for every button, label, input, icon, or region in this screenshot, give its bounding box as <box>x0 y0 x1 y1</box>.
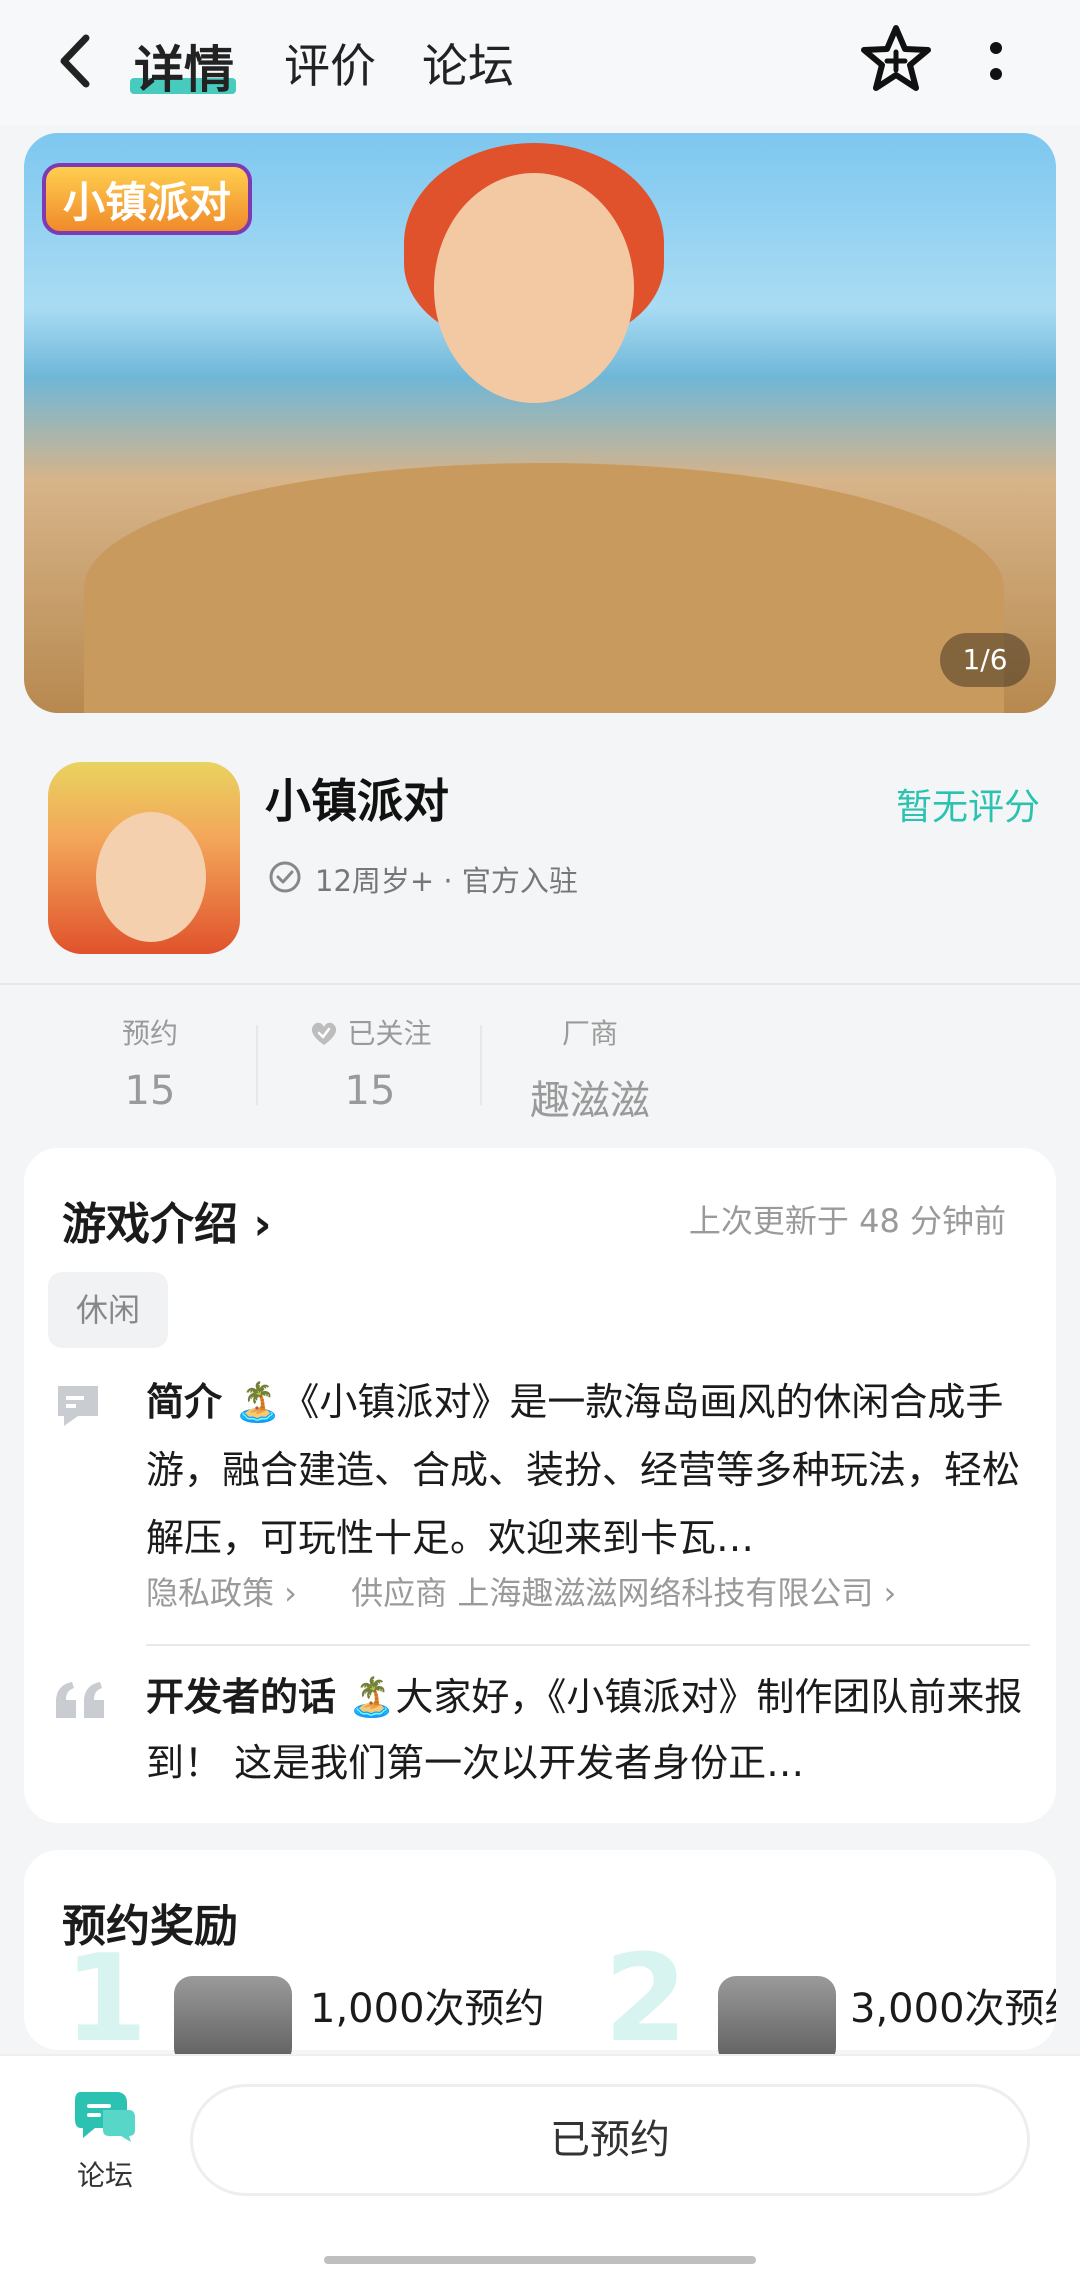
reward-rank: 1 <box>64 1930 148 2069</box>
stat-reservations: 预约 15 <box>100 1012 200 1114</box>
reward-rank: 2 <box>604 1930 688 2069</box>
check-circle-icon <box>269 861 301 893</box>
summary-text: 🏝️《小镇派对》是一款海岛画风的休闲合成手游，融合建造、合成、装扮、经营等多种玩… <box>146 1380 1021 1560</box>
tab-details[interactable]: 详情 <box>134 30 234 102</box>
reward-title: 3,000次预约 <box>850 1986 1056 2032</box>
carousel-page-counter: 1/6 <box>940 633 1030 687</box>
home-indicator[interactable] <box>324 2256 756 2264</box>
app-icon-character <box>96 812 206 942</box>
back-button[interactable] <box>48 26 108 96</box>
genre-tag[interactable]: 休闲 <box>48 1272 168 1348</box>
privacy-policy-link[interactable]: 隐私政策 › <box>146 1574 297 1612</box>
update-time: 上次更新于 48 分钟前 <box>688 1202 1006 1240</box>
reward-gift-icon <box>718 1976 836 2066</box>
rating-status[interactable]: 暂无评分 <box>896 778 1040 830</box>
stat-divider <box>480 1025 482 1105</box>
section-divider <box>0 983 1080 985</box>
reward-title: 1,000次预约 <box>310 1986 545 2032</box>
bottom-action-bar: 论坛 已预约 <box>0 2054 1080 2270</box>
supplier-link[interactable]: 供应商 上海趣滋滋网络科技有限公司 › <box>351 1574 896 1612</box>
reservation-rewards-card: 预约奖励 1 1,000次预约 2 3,000次预约 <box>24 1850 1056 2069</box>
favorite-button[interactable] <box>858 22 934 98</box>
reward-gift-icon <box>174 1976 292 2066</box>
stat-value: 15 <box>344 1068 396 1114</box>
star-plus-icon <box>861 25 931 91</box>
stat-value: 趣滋滋 <box>530 1078 650 1124</box>
banner-character-face <box>434 173 634 403</box>
stat-divider <box>256 1025 258 1105</box>
age-rating-meta: 12周岁+ · 官方入驻 <box>315 864 578 898</box>
stat-label: 厂商 <box>561 1017 618 1050</box>
banner-island-art <box>84 463 1004 713</box>
more-options-button[interactable] <box>976 34 1016 90</box>
chevron-left-icon <box>60 34 90 88</box>
tab-forum[interactable]: 论坛 <box>422 30 514 96</box>
app-icon <box>48 762 240 954</box>
forum-nav-button[interactable]: 论坛 <box>60 2086 150 2194</box>
screenshot-carousel[interactable]: 小镇派对 1/6 <box>24 133 1056 713</box>
chat-bubble-icon <box>75 2092 135 2142</box>
stat-value: 15 <box>124 1068 176 1114</box>
stat-vendor[interactable]: 厂商 趣滋滋 <box>510 1012 670 1126</box>
developer-note-label: 开发者的话 <box>146 1675 337 1719</box>
developer-note[interactable]: 开发者的话 🏝️大家好，《小镇派对》制作团队前来报到！ 这是我们第一次以开发者身… <box>146 1664 1026 1796</box>
quote-icon <box>56 1682 104 1718</box>
app-title: 小镇派对 <box>265 774 449 828</box>
stat-label: 已关注 <box>347 1017 432 1050</box>
tab-reviews[interactable]: 评价 <box>284 30 376 96</box>
forum-nav-label: 论坛 <box>76 2159 133 2192</box>
summary-icon <box>58 1386 98 1426</box>
heart-check-icon <box>311 1022 336 1045</box>
intro-links: 隐私政策 › 供应商 上海趣滋滋网络科技有限公司 › <box>146 1568 940 1614</box>
intro-divider <box>146 1644 1030 1646</box>
top-nav-bar: 详情 评价 论坛 <box>0 0 1080 125</box>
summary-label: 简介 <box>146 1380 223 1424</box>
game-logo: 小镇派对 <box>42 163 252 235</box>
reserved-button[interactable]: 已预约 <box>190 2084 1030 2196</box>
more-vertical-icon <box>990 42 1002 80</box>
stat-label: 预约 <box>121 1017 178 1050</box>
stat-followers[interactable]: 已关注 15 <box>290 1012 450 1114</box>
game-intro-card: 游戏介绍 › 上次更新于 48 分钟前 休闲 简介 🏝️《小镇派对》是一款海岛画… <box>24 1148 1056 1823</box>
intro-section-title[interactable]: 游戏介绍 › <box>62 1188 271 1252</box>
intro-summary[interactable]: 简介 🏝️《小镇派对》是一款海岛画风的休闲合成手游，融合建造、合成、装扮、经营等… <box>146 1368 1026 1572</box>
